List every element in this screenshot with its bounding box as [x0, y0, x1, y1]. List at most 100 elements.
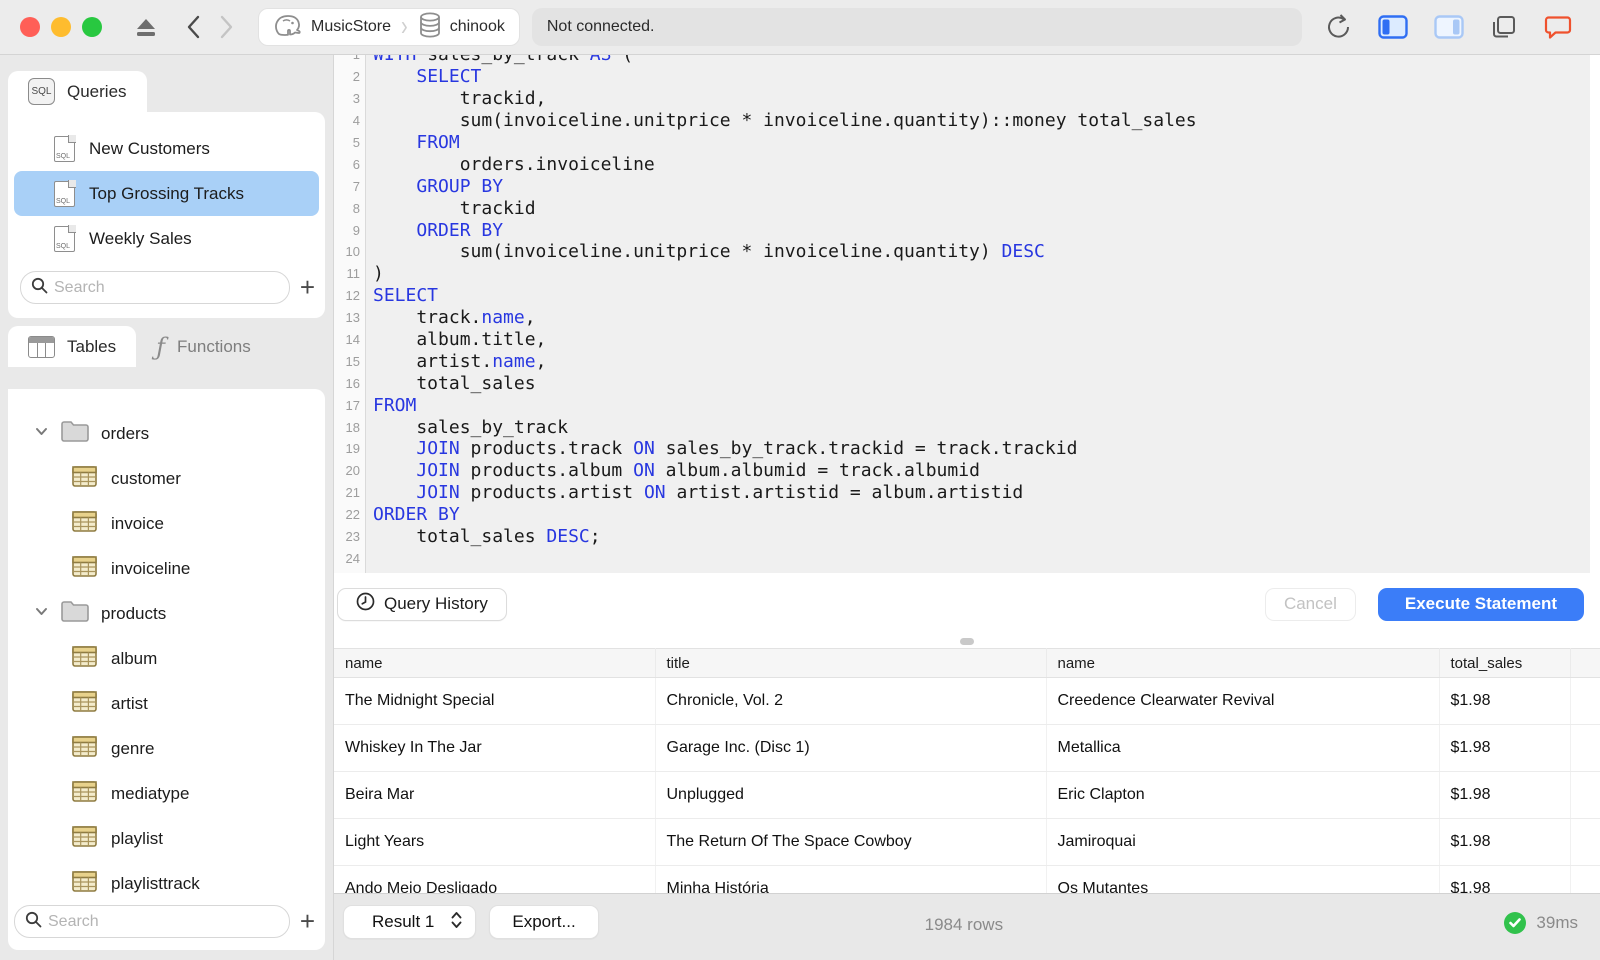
column-header-name[interactable]: name: [334, 648, 656, 678]
chevron-down-icon[interactable]: [34, 604, 49, 624]
code-line-23[interactable]: 23 total_sales DESC;: [334, 526, 1600, 548]
add-table-button[interactable]: +: [300, 908, 315, 936]
close-window-button[interactable]: [20, 17, 40, 37]
toggle-right-sidebar-icon[interactable]: [1434, 15, 1464, 39]
zoom-window-button[interactable]: [82, 17, 102, 37]
execute-statement-button[interactable]: Execute Statement: [1377, 587, 1584, 621]
splitter-handle-icon[interactable]: [960, 638, 974, 645]
code-line-7[interactable]: 7 GROUP BY: [334, 175, 1600, 197]
result-selector[interactable]: Result 1: [343, 905, 477, 939]
code-line-9[interactable]: 9 ORDER BY: [334, 219, 1600, 241]
add-query-button[interactable]: +: [300, 274, 315, 302]
table-cell[interactable]: Beira Mar: [334, 771, 656, 819]
code-line-10[interactable]: 10 sum(invoiceline.unitprice * invoiceli…: [334, 241, 1600, 263]
tables-search[interactable]: [14, 905, 290, 938]
pane-splitter[interactable]: [334, 635, 1600, 648]
table-cell[interactable]: Metallica: [1046, 724, 1440, 772]
window-tabs-icon[interactable]: [1490, 14, 1518, 40]
code-line-17[interactable]: 17 FROM: [334, 394, 1600, 416]
table-playlisttrack[interactable]: playlisttrack: [14, 861, 319, 906]
code-line-2[interactable]: 2 SELECT: [334, 66, 1600, 88]
table-playlist[interactable]: playlist: [14, 816, 319, 861]
code-line-20[interactable]: 20 JOIN products.album ON album.albumid …: [334, 460, 1600, 482]
code-line-16[interactable]: 16 total_sales: [334, 372, 1600, 394]
code-line-3[interactable]: 3 trackid,: [334, 88, 1600, 110]
table-cell[interactable]: Light Years: [334, 818, 656, 866]
table-cell[interactable]: Os Mutantes: [1046, 865, 1440, 893]
code-line-5[interactable]: 5 FROM: [334, 132, 1600, 154]
sql-editor[interactable]: 1WITH sales_by_track AS (2 SELECT3 track…: [334, 55, 1600, 573]
table-cell[interactable]: Chronicle, Vol. 2: [655, 677, 1047, 725]
table-cell[interactable]: Creedence Clearwater Revival: [1046, 677, 1440, 725]
table-row[interactable]: Whiskey In The Jar Garage Inc. (Disc 1) Me…: [334, 724, 1600, 772]
tab-queries[interactable]: SQL Queries: [8, 71, 147, 112]
column-header-total-sales[interactable]: total_sales: [1439, 648, 1571, 678]
table-cell[interactable]: The Return Of The Space Cowboy: [655, 818, 1047, 866]
queries-search-input[interactable]: [54, 278, 279, 297]
code-line-21[interactable]: 21 JOIN products.artist ON artist.artist…: [334, 482, 1600, 504]
query-history-button[interactable]: Query History: [337, 587, 507, 621]
breadcrumb-server[interactable]: MusicStore: [273, 12, 391, 43]
code-line-15[interactable]: 15 artist.name,: [334, 350, 1600, 372]
queries-search[interactable]: [20, 271, 290, 304]
refresh-icon[interactable]: [1326, 13, 1352, 41]
table-row[interactable]: Beira Mar Unplugged Eric Clapton $1.98: [334, 771, 1600, 819]
forward-button[interactable]: [220, 15, 234, 39]
code-line-13[interactable]: 13 track.name,: [334, 307, 1600, 329]
table-cell[interactable]: $1.98: [1439, 771, 1571, 819]
breadcrumb-database[interactable]: chinook: [418, 11, 505, 44]
query-item-weekly-sales[interactable]: SQL Weekly Sales: [14, 216, 319, 261]
table-cell[interactable]: The Midnight Special: [334, 677, 656, 725]
query-item-new-customers[interactable]: SQL New Customers: [14, 126, 319, 171]
table-invoiceline[interactable]: invoiceline: [14, 546, 319, 591]
code-line-11[interactable]: 11): [334, 263, 1600, 285]
eject-icon[interactable]: [134, 16, 158, 38]
table-cell[interactable]: Jamiroquai: [1046, 818, 1440, 866]
code-line-14[interactable]: 14 album.title,: [334, 329, 1600, 351]
tab-tables[interactable]: Tables: [8, 326, 137, 367]
tables-search-input[interactable]: [48, 912, 279, 931]
chevron-down-icon[interactable]: [34, 424, 49, 444]
minimize-window-button[interactable]: [51, 17, 71, 37]
code-line-8[interactable]: 8 trackid: [334, 197, 1600, 219]
schema-products[interactable]: products: [14, 591, 319, 636]
column-header-title[interactable]: title: [655, 648, 1047, 678]
code-line-24[interactable]: 24: [334, 547, 1600, 569]
table-mediatype[interactable]: mediatype: [14, 771, 319, 816]
table-cell[interactable]: $1.98: [1439, 724, 1571, 772]
code-line-22[interactable]: 22 ORDER BY: [334, 504, 1600, 526]
table-cell[interactable]: Ando Meio Desligado: [334, 865, 656, 893]
feedback-chat-icon[interactable]: [1544, 14, 1572, 40]
schema-orders[interactable]: orders: [14, 411, 319, 456]
table-row[interactable]: The Midnight Special Chronicle, Vol. 2 Cre…: [334, 677, 1600, 725]
table-cell[interactable]: $1.98: [1439, 865, 1571, 893]
code-line-4[interactable]: 4 sum(invoiceline.unitprice * invoicelin…: [334, 110, 1600, 132]
table-row[interactable]: Ando Meio Desligado Minha História Os Muta…: [334, 865, 1600, 893]
table-cell[interactable]: $1.98: [1439, 818, 1571, 866]
code-line-18[interactable]: 18 sales_by_track: [334, 416, 1600, 438]
table-genre[interactable]: genre: [14, 726, 319, 771]
main-area: 1WITH sales_by_track AS (2 SELECT3 track…: [334, 55, 1600, 960]
breadcrumb-database-label: chinook: [449, 18, 505, 35]
table-cell[interactable]: Garage Inc. (Disc 1): [655, 724, 1047, 772]
table-customer[interactable]: customer: [14, 456, 319, 501]
code-line-12[interactable]: 12 SELECT: [334, 285, 1600, 307]
table-cell[interactable]: Whiskey In The Jar: [334, 724, 656, 772]
table-artist[interactable]: artist: [14, 681, 319, 726]
table-cell[interactable]: Eric Clapton: [1046, 771, 1440, 819]
code-line-1[interactable]: 1WITH sales_by_track AS (: [334, 55, 1600, 66]
table-invoice[interactable]: invoice: [14, 501, 319, 546]
table-cell[interactable]: Minha História: [655, 865, 1047, 893]
code-line-6[interactable]: 6 orders.invoiceline: [334, 153, 1600, 175]
column-header-name[interactable]: name: [1046, 648, 1440, 678]
code-line-19[interactable]: 19 JOIN products.track ON sales_by_track…: [334, 438, 1600, 460]
table-cell[interactable]: $1.98: [1439, 677, 1571, 725]
table-album[interactable]: album: [14, 636, 319, 681]
back-button[interactable]: [186, 15, 200, 39]
table-cell[interactable]: Unplugged: [655, 771, 1047, 819]
table-row[interactable]: Light Years The Return Of The Space Cowbo…: [334, 818, 1600, 866]
export-button[interactable]: Export...: [489, 905, 599, 939]
query-item-top-grossing-tracks[interactable]: SQL Top Grossing Tracks: [14, 171, 319, 216]
toggle-left-sidebar-icon[interactable]: [1378, 15, 1408, 39]
tab-functions[interactable]: ƒ Functions: [136, 326, 271, 367]
